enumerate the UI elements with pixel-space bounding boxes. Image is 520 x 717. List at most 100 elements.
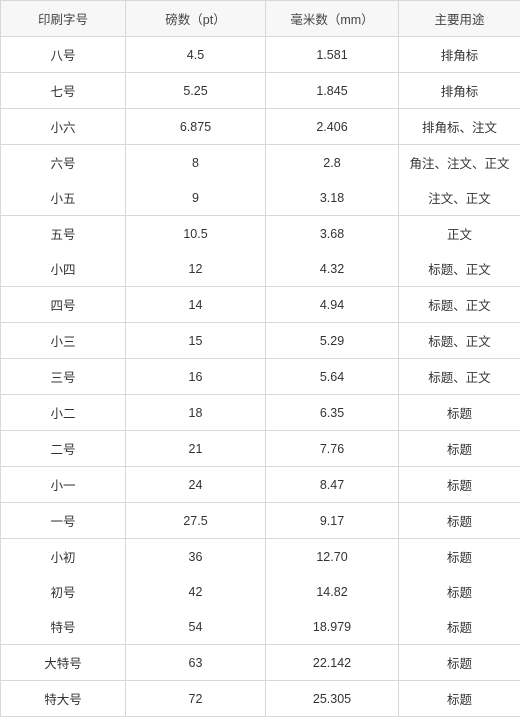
- cell-name: 一号: [1, 503, 126, 539]
- table-row: 四号144.94标题、正文: [1, 287, 520, 323]
- table-row: 三号165.64标题、正文: [1, 359, 520, 395]
- cell-use: 标题、正文: [399, 323, 520, 359]
- table-row: 一号27.59.17标题: [1, 503, 520, 539]
- cell-pt: 10.5: [126, 216, 266, 252]
- cell-mm: 7.76: [266, 431, 399, 467]
- cell-use: 标题: [399, 574, 520, 609]
- cell-mm: 12.70: [266, 539, 399, 575]
- cell-use: 排角标: [399, 73, 520, 109]
- cell-mm: 5.29: [266, 323, 399, 359]
- cell-mm: 8.47: [266, 467, 399, 503]
- cell-mm: 1.581: [266, 37, 399, 73]
- cell-pt: 18: [126, 395, 266, 431]
- cell-mm: 18.979: [266, 609, 399, 645]
- table-row: 小五93.18注文、正文: [1, 180, 520, 216]
- cell-pt: 4.5: [126, 37, 266, 73]
- cell-use: 标题、正文: [399, 359, 520, 395]
- cell-pt: 72: [126, 681, 266, 717]
- cell-mm: 4.32: [266, 251, 399, 287]
- cell-use: 正文: [399, 216, 520, 252]
- header-pt: 磅数（pt）: [126, 1, 266, 37]
- font-size-table: 印刷字号 磅数（pt） 毫米数（mm） 主要用途 八号4.51.581排角标七号…: [0, 0, 520, 717]
- cell-name: 初号: [1, 574, 126, 609]
- cell-pt: 8: [126, 145, 266, 181]
- header-name: 印刷字号: [1, 1, 126, 37]
- cell-name: 五号: [1, 216, 126, 252]
- cell-name: 四号: [1, 287, 126, 323]
- cell-mm: 1.845: [266, 73, 399, 109]
- table-row: 小一248.47标题: [1, 467, 520, 503]
- table-row: 七号5.251.845排角标: [1, 73, 520, 109]
- cell-name: 三号: [1, 359, 126, 395]
- cell-name: 小二: [1, 395, 126, 431]
- cell-pt: 14: [126, 287, 266, 323]
- cell-name: 七号: [1, 73, 126, 109]
- header-use: 主要用途: [399, 1, 520, 37]
- cell-pt: 54: [126, 609, 266, 645]
- cell-mm: 4.94: [266, 287, 399, 323]
- cell-use: 标题、正文: [399, 287, 520, 323]
- cell-use: 标题: [399, 539, 520, 575]
- cell-use: 角注、注文、正文: [399, 145, 520, 181]
- cell-pt: 16: [126, 359, 266, 395]
- cell-use: 标题、正文: [399, 251, 520, 287]
- cell-name: 小四: [1, 251, 126, 287]
- cell-mm: 6.35: [266, 395, 399, 431]
- cell-mm: 2.406: [266, 109, 399, 145]
- cell-name: 六号: [1, 145, 126, 181]
- table-row: 小六6.8752.406排角标、注文: [1, 109, 520, 145]
- cell-mm: 3.18: [266, 180, 399, 216]
- cell-use: 标题: [399, 431, 520, 467]
- cell-name: 小六: [1, 109, 126, 145]
- cell-name: 小五: [1, 180, 126, 216]
- table-row: 小三155.29标题、正文: [1, 323, 520, 359]
- cell-pt: 9: [126, 180, 266, 216]
- cell-pt: 63: [126, 645, 266, 681]
- cell-mm: 3.68: [266, 216, 399, 252]
- cell-use: 排角标、注文: [399, 109, 520, 145]
- cell-mm: 14.82: [266, 574, 399, 609]
- table-row: 初号4214.82标题: [1, 574, 520, 609]
- table-row: 六号82.8角注、注文、正文: [1, 145, 520, 181]
- cell-name: 特大号: [1, 681, 126, 717]
- table-row: 小初3612.70标题: [1, 539, 520, 575]
- table-row: 五号10.53.68正文: [1, 216, 520, 252]
- cell-mm: 5.64: [266, 359, 399, 395]
- cell-use: 标题: [399, 609, 520, 645]
- table-row: 八号4.51.581排角标: [1, 37, 520, 73]
- cell-mm: 2.8: [266, 145, 399, 181]
- cell-name: 二号: [1, 431, 126, 467]
- cell-use: 标题: [399, 503, 520, 539]
- table-row: 大特号6322.142标题: [1, 645, 520, 681]
- cell-name: 小一: [1, 467, 126, 503]
- cell-use: 标题: [399, 645, 520, 681]
- cell-name: 八号: [1, 37, 126, 73]
- cell-name: 大特号: [1, 645, 126, 681]
- cell-pt: 42: [126, 574, 266, 609]
- cell-use: 排角标: [399, 37, 520, 73]
- cell-pt: 27.5: [126, 503, 266, 539]
- table-row: 特大号7225.305标题: [1, 681, 520, 717]
- cell-use: 注文、正文: [399, 180, 520, 216]
- cell-mm: 9.17: [266, 503, 399, 539]
- cell-use: 标题: [399, 681, 520, 717]
- cell-pt: 12: [126, 251, 266, 287]
- header-mm: 毫米数（mm）: [266, 1, 399, 37]
- table-row: 特号5418.979标题: [1, 609, 520, 645]
- table-header-row: 印刷字号 磅数（pt） 毫米数（mm） 主要用途: [1, 1, 520, 37]
- cell-pt: 36: [126, 539, 266, 575]
- cell-pt: 5.25: [126, 73, 266, 109]
- cell-name: 特号: [1, 609, 126, 645]
- table-row: 小四124.32标题、正文: [1, 251, 520, 287]
- cell-name: 小初: [1, 539, 126, 575]
- cell-use: 标题: [399, 467, 520, 503]
- cell-name: 小三: [1, 323, 126, 359]
- cell-mm: 22.142: [266, 645, 399, 681]
- cell-pt: 15: [126, 323, 266, 359]
- cell-pt: 21: [126, 431, 266, 467]
- cell-mm: 25.305: [266, 681, 399, 717]
- cell-pt: 24: [126, 467, 266, 503]
- cell-use: 标题: [399, 395, 520, 431]
- table-row: 小二186.35标题: [1, 395, 520, 431]
- table-row: 二号217.76标题: [1, 431, 520, 467]
